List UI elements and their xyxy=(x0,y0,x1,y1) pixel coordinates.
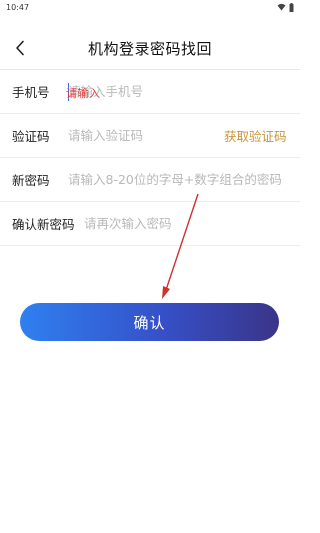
header-bar: 机构登录密码找回 xyxy=(0,30,300,66)
phone-input[interactable] xyxy=(68,70,300,113)
code-input[interactable] xyxy=(68,114,224,157)
new-password-label: 新密码 xyxy=(12,173,50,188)
confirm-button-label: 确认 xyxy=(133,313,166,332)
new-password-input[interactable] xyxy=(68,158,300,201)
recovery-form: 手机号 请输入 验证码 获取验证码 新密码 确认新密码 xyxy=(0,70,300,246)
wifi-icon xyxy=(277,3,286,11)
get-code-button[interactable]: 获取验证码 xyxy=(224,126,287,145)
confirm-button[interactable]: 确认 xyxy=(20,303,279,341)
confirm-password-label: 确认新密码 xyxy=(12,217,75,232)
battery-icon xyxy=(289,2,294,12)
phone-label: 手机号 xyxy=(12,85,50,100)
status-bar: 10:47 xyxy=(0,0,300,14)
status-time: 10:47 xyxy=(6,2,30,12)
annotation-overlay-text: 请输入 xyxy=(66,87,101,100)
confirm-password-row: 确认新密码 xyxy=(0,202,300,246)
status-icons xyxy=(277,2,294,12)
back-button[interactable] xyxy=(8,34,32,62)
back-arrow-icon xyxy=(16,40,24,56)
new-password-row: 新密码 xyxy=(0,158,300,202)
confirm-password-input[interactable] xyxy=(84,202,300,245)
page-title: 机构登录密码找回 xyxy=(87,39,212,58)
phone-row: 手机号 请输入 xyxy=(0,70,300,114)
code-row: 验证码 获取验证码 xyxy=(0,114,300,158)
code-label: 验证码 xyxy=(12,129,50,144)
